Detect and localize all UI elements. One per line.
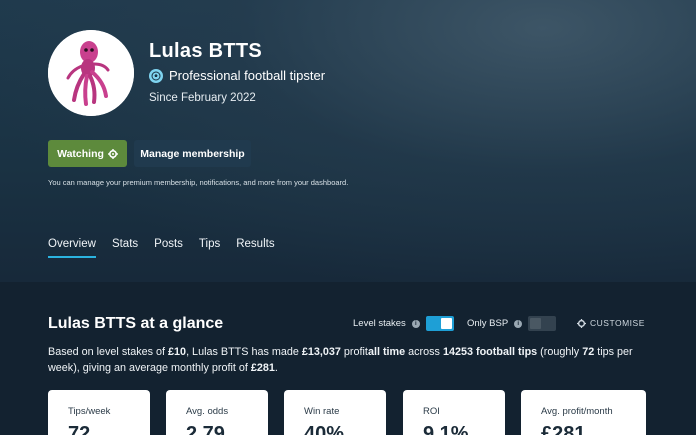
stat-value: 72 [68, 423, 91, 435]
tipster-name: Lulas BTTS [149, 40, 263, 62]
level-stakes-toggle[interactable] [425, 316, 454, 331]
stat-value: 2.79 [186, 423, 225, 435]
only-bsp-toggle[interactable] [528, 316, 557, 331]
only-bsp-control: Only BSP i [467, 316, 557, 331]
info-icon[interactable]: i [514, 319, 523, 328]
glance-title: Lulas BTTS at a glance [48, 315, 224, 332]
tab-results[interactable]: Results [236, 238, 274, 258]
stat-value: £281 [541, 423, 586, 435]
stat-card-tips-week: Tips/week 72 [48, 390, 150, 435]
stat-label: ROI [423, 406, 440, 417]
watching-button[interactable]: Watching [48, 140, 127, 167]
level-stakes-control: Level stakes i [353, 316, 454, 331]
customise-button[interactable]: CUSTOMISE [577, 318, 645, 328]
profile-tabs: Overview Stats Posts Tips Results [48, 238, 275, 258]
stat-label: Avg. odds [186, 406, 229, 417]
info-icon[interactable]: i [411, 319, 420, 328]
tab-posts[interactable]: Posts [154, 238, 183, 258]
stat-value: 40% [304, 423, 345, 435]
tab-overview[interactable]: Overview [48, 238, 96, 258]
tab-stats[interactable]: Stats [112, 238, 138, 258]
football-icon [149, 68, 163, 83]
tipster-role: Professional football tipster [149, 68, 325, 83]
stat-label: Avg. profit/month [541, 406, 613, 417]
manage-membership-button[interactable]: Manage membership [134, 140, 251, 167]
octopus-avatar-icon [48, 30, 134, 116]
member-since: Since February 2022 [149, 92, 256, 104]
stat-value: 9.1% [423, 423, 469, 435]
avatar [48, 30, 134, 116]
level-stakes-label: Level stakes [353, 318, 406, 329]
tab-tips[interactable]: Tips [199, 238, 220, 258]
tipster-role-label: Professional football tipster [169, 68, 326, 83]
customise-label: CUSTOMISE [590, 318, 645, 328]
dashboard-note: You can manage your premium membership, … [48, 178, 349, 187]
gear-icon [107, 148, 118, 159]
stat-card-win-rate: Win rate 40% [284, 390, 386, 435]
only-bsp-label: Only BSP [467, 318, 509, 329]
glance-summary: Based on level stakes of £10, Lulas BTTS… [48, 346, 633, 374]
stat-card-avg-odds: Avg. odds 2.79 [166, 390, 268, 435]
stat-label: Win rate [304, 406, 340, 417]
gear-icon [577, 318, 586, 328]
stat-card-avg-profit-month: Avg. profit/month £281 [521, 390, 646, 435]
stat-label: Tips/week [68, 406, 111, 417]
stat-card-roi: ROI 9.1% [403, 390, 505, 435]
watching-label: Watching [57, 147, 104, 160]
